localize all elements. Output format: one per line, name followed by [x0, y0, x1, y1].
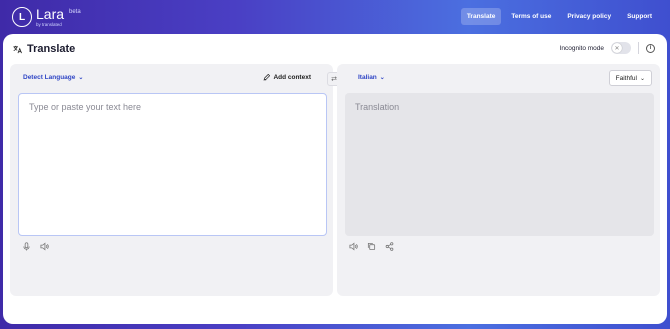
- share-icon[interactable]: [385, 242, 394, 251]
- beta-badge: beta: [69, 9, 81, 15]
- speaker-icon[interactable]: [40, 242, 49, 251]
- translation-style-select[interactable]: Faithful ⌄: [608, 70, 652, 86]
- microphone-icon[interactable]: [22, 242, 31, 251]
- page-title: Translate: [27, 43, 76, 55]
- info-icon[interactable]: i: [646, 43, 655, 53]
- chevron-down-icon: ⌄: [78, 75, 84, 81]
- source-text-container: [18, 93, 327, 236]
- target-panel: Italian ⌄ Faithful ⌄ Translation: [337, 64, 660, 296]
- speaker-icon[interactable]: [349, 242, 358, 251]
- target-language-label: Italian: [358, 74, 377, 81]
- pencil-icon: [263, 74, 271, 81]
- incognito-label: Incognito mode: [559, 44, 604, 52]
- add-context-label: Add context: [273, 74, 311, 81]
- source-language-select[interactable]: Detect Language ⌄: [23, 74, 83, 81]
- nav-terms-of-use[interactable]: Terms of use: [505, 8, 557, 25]
- incognito-control: Incognito mode ✕ i: [560, 42, 655, 54]
- incognito-toggle[interactable]: ✕: [611, 42, 631, 54]
- chevron-down-icon: ⌄: [639, 75, 645, 82]
- translation-placeholder: Translation: [355, 102, 400, 112]
- source-tools: [22, 242, 49, 251]
- target-tools: [349, 242, 394, 251]
- page-title-row: Translate: [13, 43, 75, 55]
- source-panel: Detect Language ⌄ Add context: [10, 64, 333, 296]
- translator-card: Translate Incognito mode ✕ i Detect Lang…: [3, 34, 667, 324]
- nav-translate[interactable]: Translate: [460, 8, 502, 25]
- nav-support[interactable]: Support: [621, 8, 658, 25]
- source-language-label: Detect Language: [23, 74, 76, 81]
- nav-privacy-policy[interactable]: Privacy policy: [561, 8, 617, 25]
- translation-output: Translation: [345, 93, 654, 236]
- logo-name[interactable]: Lara: [36, 6, 64, 22]
- logo-subtitle: by translated: [36, 22, 62, 27]
- chevron-down-icon: ⌄: [379, 75, 385, 81]
- top-bar: L Lara by translated beta Translate Term…: [0, 0, 670, 34]
- source-text-input[interactable]: [19, 94, 326, 235]
- lara-logo-icon[interactable]: L: [12, 7, 32, 27]
- divider: [638, 42, 639, 54]
- close-icon: ✕: [612, 43, 622, 53]
- add-context-button[interactable]: Add context: [263, 74, 311, 81]
- translation-style-label: Faithful: [615, 74, 637, 82]
- translate-icon: [13, 45, 22, 53]
- target-language-select[interactable]: Italian ⌄: [358, 74, 385, 81]
- top-nav: Translate Terms of use Privacy policy Su…: [460, 8, 658, 25]
- copy-icon[interactable]: [367, 242, 376, 251]
